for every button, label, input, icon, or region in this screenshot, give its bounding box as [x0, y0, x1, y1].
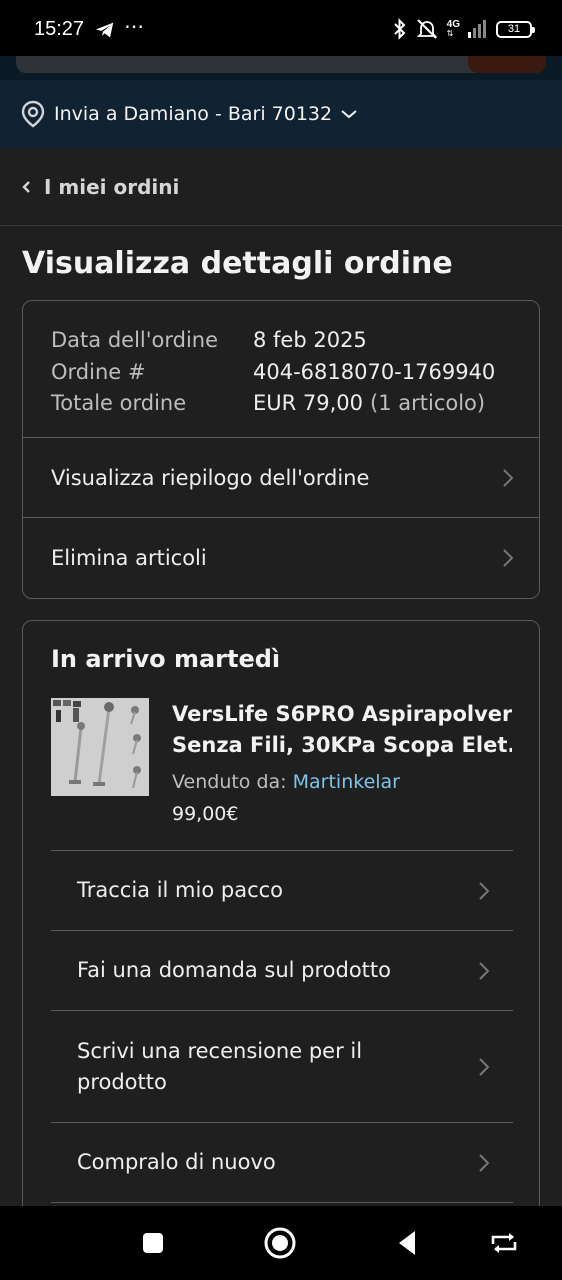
order-number-label: Ordine #: [51, 359, 146, 384]
chevron-left-icon: [22, 180, 30, 193]
buy-again-label: Compralo di nuovo: [77, 1150, 276, 1174]
order-info: Data dell'ordine 8 feb 2025 Ordine # 404…: [23, 301, 539, 438]
delivery-location-bar[interactable]: Invia a Damiano - Bari 70132: [0, 80, 562, 148]
write-review-line1: Scrivi una recensione per il: [77, 1038, 363, 1063]
chevron-right-icon: [479, 881, 490, 900]
write-review-label: Scrivi una recensione per il prodotto: [77, 1036, 362, 1098]
back-button[interactable]: [390, 1226, 424, 1260]
seller-line: Venduto da: Martinkelar: [172, 771, 400, 793]
order-item-count: (1 articolo): [370, 391, 486, 415]
back-triangle-icon: [399, 1231, 415, 1255]
track-package-button[interactable]: Traccia il mio pacco: [51, 850, 513, 930]
chevron-right-icon: [503, 468, 514, 487]
remove-items-label: Elimina articoli: [51, 546, 207, 570]
back-to-orders[interactable]: I miei ordini: [0, 148, 562, 226]
order-total-label: Totale ordine: [51, 391, 187, 415]
battery-icon: 31: [496, 20, 535, 38]
delivery-address: Invia a Damiano - Bari 70132: [54, 103, 333, 125]
order-date-label: Data dell'ordine: [51, 328, 219, 352]
chevron-right-icon: [479, 1057, 490, 1076]
signal-icon: [468, 20, 486, 38]
shipment-actions: Traccia il mio pacco Fai una domanda sul…: [51, 850, 513, 1212]
seller-link[interactable]: Martinkelar: [293, 771, 400, 793]
status-icons: 4G ⇅ 31: [393, 16, 535, 42]
order-number-row: Ordine # 404-6818070-1769940: [51, 357, 539, 389]
write-review-button[interactable]: Scrivi una recensione per il prodotto: [51, 1010, 513, 1122]
home-circle-icon: [264, 1227, 296, 1259]
recent-apps-button[interactable]: [136, 1226, 170, 1260]
square-icon: [143, 1233, 163, 1253]
order-date-value: 8 feb 2025: [253, 328, 367, 352]
order-summary-link[interactable]: Visualizza riepilogo dell'ordine: [23, 438, 539, 518]
arrival-title: In arrivo martedì: [51, 645, 281, 673]
product-title[interactable]: VersLife S6PRO Aspirapolvere Senza Fili,…: [172, 699, 512, 761]
search-bar-remains: [0, 56, 562, 80]
status-time: 15:27: [34, 18, 85, 40]
chevron-down-icon: [341, 110, 357, 119]
write-review-line2: prodotto: [77, 1069, 167, 1094]
page-title: Visualizza dettagli ordine: [22, 246, 453, 281]
vacuum-product-image: [51, 698, 149, 796]
status-bar: 15:27 ⋯ 4G ⇅ 31: [0, 0, 562, 56]
chevron-right-icon: [479, 961, 490, 980]
product-title-line1: VersLife S6PRO Aspirapolvere: [172, 702, 512, 726]
ask-question-label: Fai una domanda sul prodotto: [77, 958, 391, 982]
order-total-value: EUR 79,00: [253, 391, 364, 415]
more-notifications-icon: ⋯: [124, 14, 145, 38]
product-image[interactable]: [51, 698, 149, 796]
system-nav-bar: [0, 1206, 562, 1280]
silent-bell-icon: [416, 19, 437, 39]
home-button[interactable]: [263, 1226, 297, 1260]
ask-question-button[interactable]: Fai una domanda sul prodotto: [51, 930, 513, 1010]
sold-by-label: Venduto da:: [172, 771, 287, 793]
location-pin-icon: [21, 100, 45, 128]
product-price: 99,00€: [172, 803, 239, 825]
search-input[interactable]: [16, 56, 546, 73]
order-info-card: Data dell'ordine 8 feb 2025 Ordine # 404…: [22, 300, 540, 599]
remove-items-link[interactable]: Elimina articoli: [23, 518, 539, 598]
telegram-icon: [95, 22, 114, 38]
order-number-value: 404-6818070-1769940: [253, 359, 496, 384]
chevron-right-icon: [479, 1153, 490, 1172]
chevron-right-icon: [503, 549, 514, 567]
product-title-line2: Senza Fili, 30KPa Scopa Elet...: [172, 733, 512, 757]
search-button[interactable]: [468, 56, 546, 73]
order-total-row: Totale ordine EUR 79,00 (1 articolo): [51, 388, 539, 420]
back-label: I miei ordini: [44, 174, 180, 199]
order-summary-label: Visualizza riepilogo dell'ordine: [51, 465, 370, 490]
track-package-label: Traccia il mio pacco: [77, 878, 284, 902]
bluetooth-icon: [393, 18, 406, 40]
rotate-button[interactable]: [487, 1226, 521, 1260]
order-date-row: Data dell'ordine 8 feb 2025: [51, 325, 539, 357]
swap-arrows-icon: [491, 1233, 517, 1253]
shipment-card: In arrivo martedì VersLife S6PRO Aspirap…: [22, 620, 540, 1240]
buy-again-button[interactable]: Compralo di nuovo: [51, 1122, 513, 1202]
